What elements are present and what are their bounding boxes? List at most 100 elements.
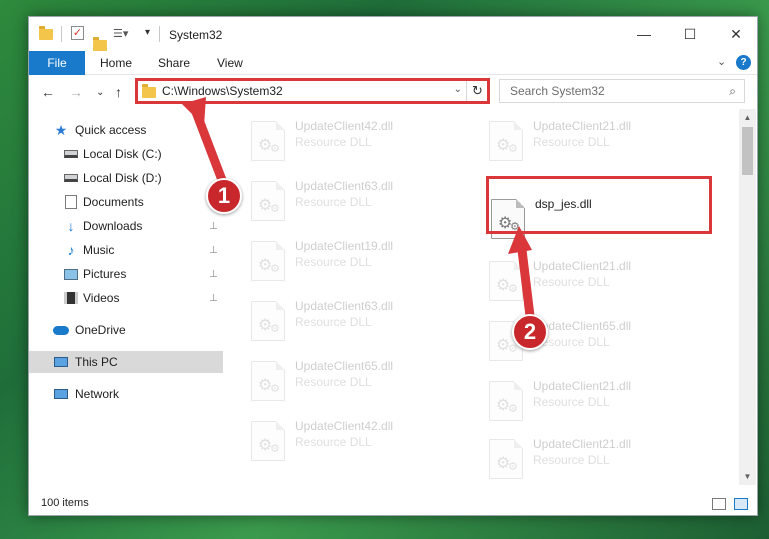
star-icon: ★ — [54, 121, 68, 138]
expand-ribbon-icon[interactable]: ⌄ — [717, 55, 726, 68]
tab-view[interactable]: View — [217, 51, 243, 75]
sidebar-item-this-pc[interactable]: This PC — [29, 351, 223, 373]
file-type: Resource DLL — [295, 135, 372, 149]
file-item[interactable]: ⚙ ⚙ UpdateClient21.dll Resource DLL — [487, 377, 717, 427]
dll-file-icon: ⚙ ⚙ — [251, 421, 285, 461]
cloud-icon — [53, 323, 69, 337]
file-name: UpdateClient21.dll — [533, 259, 632, 273]
dll-file-icon: ⚙ ⚙ — [489, 381, 523, 421]
search-icon[interactable]: ⌕ — [729, 84, 736, 99]
close-button[interactable]: ✕ — [713, 17, 759, 51]
sidebar-item-network[interactable]: Network — [29, 383, 223, 405]
sidebar-item-label: Quick access — [75, 123, 147, 137]
download-icon: ↓ — [67, 218, 75, 234]
sidebar-item-onedrive[interactable]: OneDrive — [29, 319, 223, 341]
address-bar-highlight — [135, 78, 490, 104]
document-icon — [63, 195, 79, 209]
forward-button[interactable]: → — [69, 84, 83, 100]
file-type: Resource DLL — [295, 255, 372, 269]
up-button[interactable]: ↑ — [115, 84, 122, 100]
disk-icon — [63, 171, 79, 185]
sidebar-item-label: OneDrive — [75, 323, 126, 337]
file-type: Resource DLL — [295, 195, 372, 209]
pin-icon[interactable]: ⊥ — [209, 269, 218, 280]
file-item[interactable]: ⚙ ⚙ UpdateClient63.dll Resource DLL — [249, 177, 479, 227]
item-count: 100 items — [41, 497, 89, 509]
minimize-button[interactable]: — — [621, 17, 667, 51]
file-type: Resource DLL — [533, 395, 610, 409]
file-type: Resource DLL — [295, 435, 372, 449]
new-folder-icon[interactable] — [93, 37, 107, 51]
pin-icon[interactable]: ⊥ — [209, 221, 218, 232]
sidebar-item-videos[interactable]: Videos ⊥ — [29, 287, 223, 309]
divider — [61, 26, 62, 42]
sidebar-item-label: Local Disk (C:) — [83, 147, 162, 161]
dll-file-icon: ⚙ ⚙ — [251, 301, 285, 341]
properties-check-icon[interactable]: ✓ — [71, 26, 84, 40]
sidebar-item-pictures[interactable]: Pictures ⊥ — [29, 263, 223, 285]
recent-locations-button[interactable]: ⌄ — [96, 87, 104, 98]
file-name: UpdateClient19.dll — [295, 239, 394, 253]
file-type: Resource DLL — [295, 315, 372, 329]
sidebar-item-label: Downloads — [83, 219, 143, 233]
search-input[interactable] — [500, 80, 720, 102]
file-list: ⚙ ⚙ UpdateClient42.dll Resource DLL ⚙ ⚙ Up… — [225, 109, 739, 485]
divider — [159, 26, 160, 42]
file-item[interactable]: ⚙ ⚙ UpdateClient63.dll Resource DLL — [249, 297, 479, 347]
back-button[interactable]: ← — [41, 84, 55, 100]
dll-file-icon: ⚙ ⚙ — [489, 261, 523, 301]
file-item[interactable]: ⚙ ⚙ UpdateClient42.dll Resource DLL — [249, 117, 479, 167]
sidebar-item-local-disk-d[interactable]: Local Disk (D:) — [29, 167, 223, 189]
scroll-up-arrow[interactable]: ▲ — [739, 109, 756, 126]
search-box[interactable]: ⌕ — [499, 79, 745, 103]
sidebar-item-music[interactable]: ♪ Music ⊥ — [29, 239, 223, 261]
picture-icon — [63, 267, 79, 281]
scroll-down-arrow[interactable]: ▼ — [739, 468, 756, 485]
pin-icon[interactable]: ⊥ — [209, 245, 218, 256]
status-bar: 100 items — [29, 493, 757, 515]
sidebar-item-local-disk-c[interactable]: Local Disk (C:) — [29, 143, 223, 165]
file-name: UpdateClient42.dll — [295, 419, 394, 433]
details-view-icon[interactable] — [712, 498, 726, 510]
disk-icon — [63, 147, 79, 161]
vertical-scrollbar[interactable]: ▲ ▼ — [739, 109, 756, 485]
sidebar-item-quick-access[interactable]: ★ Quick access — [29, 119, 223, 141]
sidebar-item-label: This PC — [75, 355, 118, 369]
dll-file-icon: ⚙ ⚙ — [251, 361, 285, 401]
file-item[interactable]: ⚙ ⚙ UpdateClient42.dll Resource DLL — [249, 417, 479, 467]
file-item[interactable]: ⚙ ⚙ UpdateClient21.dll Resource DLL — [487, 435, 717, 485]
video-icon — [63, 291, 79, 305]
music-icon: ♪ — [67, 242, 75, 258]
file-name: UpdateClient63.dll — [295, 299, 394, 313]
file-item[interactable]: ⚙ ⚙ UpdateClient19.dll Resource DLL — [249, 237, 479, 287]
maximize-button[interactable]: ☐ — [667, 17, 713, 51]
dll-file-icon: ⚙ ⚙ — [251, 121, 285, 161]
help-icon[interactable]: ? — [736, 55, 751, 70]
file-item[interactable]: ⚙ ⚙ UpdateClient21.dll Resource DLL — [487, 257, 717, 307]
tab-share[interactable]: Share — [158, 51, 190, 75]
scrollbar-thumb[interactable] — [742, 127, 753, 175]
file-highlight — [486, 176, 712, 234]
toolbar-dropdown-icon[interactable]: ▾ — [145, 27, 150, 43]
sidebar-item-label: Local Disk (D:) — [83, 171, 162, 185]
tab-home[interactable]: Home — [100, 51, 132, 75]
file-item[interactable]: ⚙ ⚙ UpdateClient65.dll Resource DLL — [249, 357, 479, 407]
pin-icon[interactable]: ⊥ — [209, 293, 218, 304]
sidebar-item-downloads[interactable]: ↓ Downloads ⊥ — [29, 215, 223, 237]
tab-file[interactable]: File — [29, 51, 85, 75]
computer-icon — [53, 355, 69, 369]
file-item[interactable]: ⚙ ⚙ UpdateClient21.dll Resource DLL — [487, 117, 717, 167]
folder-icon — [39, 26, 53, 40]
dll-file-icon: ⚙ ⚙ — [251, 241, 285, 281]
file-type: Resource DLL — [295, 375, 372, 389]
ribbon-tabs: File Home Share View ⌄ ? — [29, 51, 757, 75]
large-icons-view-icon[interactable] — [734, 498, 748, 510]
file-type: Resource DLL — [533, 453, 610, 467]
sidebar-item-label: Music — [83, 243, 115, 257]
sidebar-item-label: Network — [75, 387, 120, 401]
sidebar-item-documents[interactable]: Documents ⊥ — [29, 191, 223, 213]
file-name: UpdateClient21.dll — [533, 119, 632, 133]
file-name: UpdateClient63.dll — [295, 179, 394, 193]
step-badge-1: 1 — [206, 178, 242, 214]
customize-icon[interactable]: ☰▾ — [113, 27, 128, 43]
